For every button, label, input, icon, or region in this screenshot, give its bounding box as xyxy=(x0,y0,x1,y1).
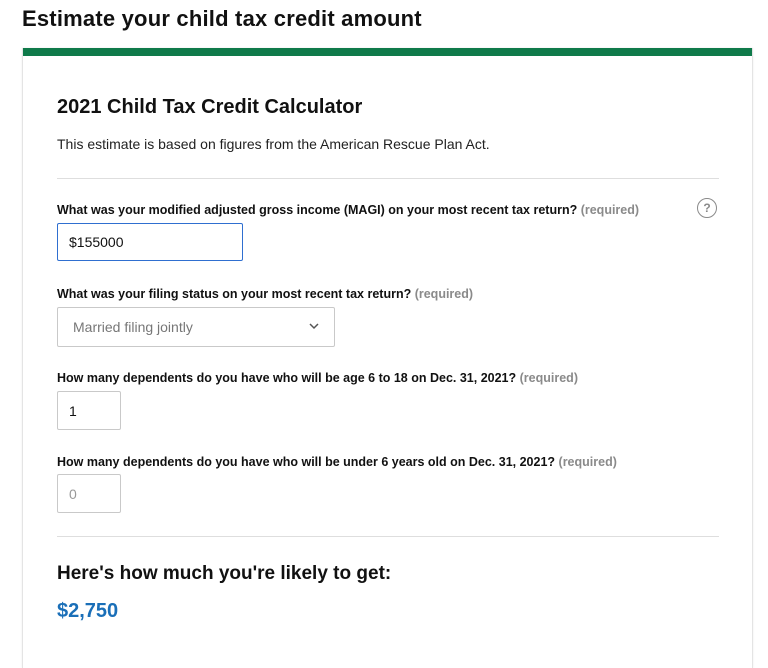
magi-question-label: What was your modified adjusted gross in… xyxy=(57,203,639,217)
result-heading: Here's how much you're likely to get: xyxy=(57,563,392,584)
magi-input[interactable] xyxy=(57,223,243,261)
divider xyxy=(57,178,719,179)
magi-question-text: What was your modified adjusted gross in… xyxy=(57,203,578,217)
required-tag: (required) xyxy=(580,203,640,217)
filing-status-select[interactable]: Married filing jointly xyxy=(57,307,335,347)
calculator-subtitle: This estimate is based on figures from t… xyxy=(57,136,490,152)
required-tag: (required) xyxy=(558,455,617,469)
help-icon[interactable]: ? xyxy=(697,198,717,218)
dependents-under-6-input[interactable] xyxy=(57,474,121,513)
dependents-6-18-question-label: How many dependents do you have who will… xyxy=(57,371,578,385)
filing-status-selected-value: Married filing jointly xyxy=(73,319,193,335)
calculator-card: 2021 Child Tax Credit Calculator This es… xyxy=(22,48,753,668)
divider xyxy=(57,536,719,537)
dependents-under-6-question-text: How many dependents do you have who will… xyxy=(57,455,556,469)
required-tag: (required) xyxy=(519,371,578,385)
page-title: Estimate your child tax credit amount xyxy=(22,6,422,31)
result-amount: $2,750 xyxy=(57,600,119,622)
card-accent-bar xyxy=(23,48,752,56)
calculator-title: 2021 Child Tax Credit Calculator xyxy=(57,96,363,118)
chevron-down-icon xyxy=(309,323,319,330)
dependents-under-6-question-label: How many dependents do you have who will… xyxy=(57,455,617,469)
dependents-6-18-question-text: How many dependents do you have who will… xyxy=(57,371,517,385)
dependents-6-18-input[interactable] xyxy=(57,391,121,430)
filing-status-question-text: What was your filing status on your most… xyxy=(57,287,412,301)
filing-status-question-label: What was your filing status on your most… xyxy=(57,287,473,301)
required-tag: (required) xyxy=(414,287,474,301)
